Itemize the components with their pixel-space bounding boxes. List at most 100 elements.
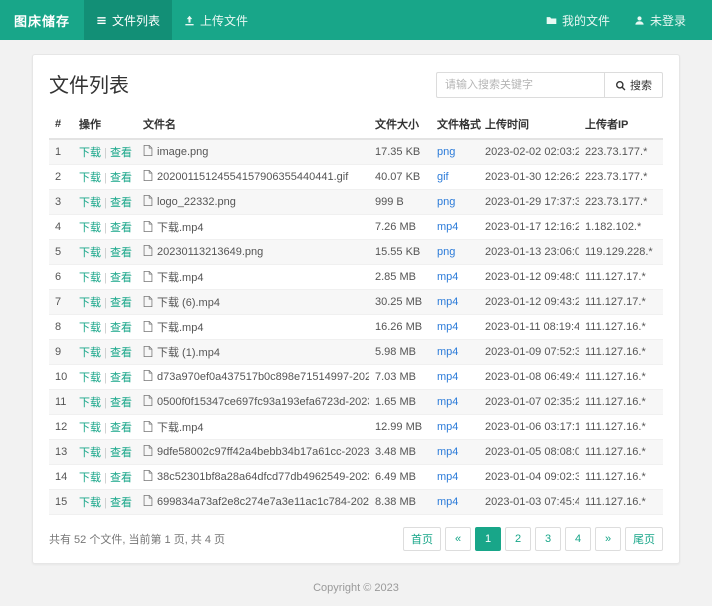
file-format-link[interactable]: mp4 <box>437 446 458 458</box>
row-actions: 下载 | 查看 <box>73 365 137 390</box>
file-size: 15.55 KB <box>369 240 431 265</box>
view-link[interactable]: 查看 <box>110 172 132 184</box>
file-format-link[interactable]: png <box>437 246 455 258</box>
uploader-ip: 223.73.177.* <box>579 190 663 215</box>
download-link[interactable]: 下载 <box>79 172 101 184</box>
page-button-first[interactable]: 首页 <box>403 527 441 551</box>
view-link[interactable]: 查看 <box>110 247 132 259</box>
download-link[interactable]: 下载 <box>79 497 101 509</box>
page-button-3[interactable]: 3 <box>535 527 561 551</box>
download-link[interactable]: 下载 <box>79 197 101 209</box>
file-list-card: 文件列表 搜索 # 操作 文件名 文件大小 文件格式 上传时间 上传者IP 1下… <box>32 54 680 564</box>
download-link[interactable]: 下载 <box>79 272 101 284</box>
table-row: 7下载 | 查看下载 (6).mp430.25 MBmp42023-01-12 … <box>49 290 663 315</box>
file-icon <box>143 170 153 184</box>
file-format-link[interactable]: mp4 <box>437 421 458 433</box>
view-link[interactable]: 查看 <box>110 272 132 284</box>
file-format-link[interactable]: mp4 <box>437 471 458 483</box>
card-header: 文件列表 搜索 <box>49 69 663 98</box>
file-size: 1.65 MB <box>369 390 431 415</box>
header-fileformat: 文件格式 <box>431 110 479 139</box>
download-link[interactable]: 下载 <box>79 147 101 159</box>
nav-item-login-status[interactable]: 未登录 <box>622 0 698 40</box>
view-link[interactable]: 查看 <box>110 397 132 409</box>
file-format-link[interactable]: png <box>437 146 455 158</box>
download-link[interactable]: 下载 <box>79 322 101 334</box>
page-button-2[interactable]: 2 <box>505 527 531 551</box>
upload-time: 2023-01-07 02:35:23 <box>479 390 579 415</box>
download-link[interactable]: 下载 <box>79 347 101 359</box>
file-size: 5.98 MB <box>369 340 431 365</box>
file-name-cell: 下载.mp4 <box>137 215 369 240</box>
view-link[interactable]: 查看 <box>110 497 132 509</box>
page-button-prev[interactable]: « <box>445 527 471 551</box>
uploader-ip: 111.127.17.* <box>579 290 663 315</box>
view-link[interactable]: 查看 <box>110 222 132 234</box>
file-name-cell: 699834a73af2e8c274e7a3e11ac1c784-2023-01… <box>137 490 369 515</box>
file-format-link[interactable]: mp4 <box>437 396 458 408</box>
file-format-cell: mp4 <box>431 465 479 490</box>
view-link[interactable]: 查看 <box>110 147 132 159</box>
view-link[interactable]: 查看 <box>110 372 132 384</box>
nav-item-upload[interactable]: 上传文件 <box>172 0 260 40</box>
row-index: 2 <box>49 165 73 190</box>
row-actions: 下载 | 查看 <box>73 440 137 465</box>
row-index: 6 <box>49 265 73 290</box>
download-link[interactable]: 下载 <box>79 247 101 259</box>
download-link[interactable]: 下载 <box>79 472 101 484</box>
view-link[interactable]: 查看 <box>110 447 132 459</box>
file-format-link[interactable]: mp4 <box>437 221 458 233</box>
nav-item-my-files[interactable]: 我的文件 <box>534 0 622 40</box>
nav-item-file-list[interactable]: 文件列表 <box>84 0 172 40</box>
uploader-ip: 111.127.16.* <box>579 415 663 440</box>
file-format-link[interactable]: mp4 <box>437 346 458 358</box>
row-actions: 下载 | 查看 <box>73 265 137 290</box>
download-link[interactable]: 下载 <box>79 297 101 309</box>
action-separator: | <box>101 422 110 434</box>
page-button-next[interactable]: » <box>595 527 621 551</box>
search-button[interactable]: 搜索 <box>604 72 663 98</box>
file-format-link[interactable]: mp4 <box>437 321 458 333</box>
download-link[interactable]: 下载 <box>79 372 101 384</box>
table-row: 4下载 | 查看下载.mp47.26 MBmp42023-01-17 12:16… <box>49 215 663 240</box>
uploader-ip: 223.73.177.* <box>579 165 663 190</box>
download-link[interactable]: 下载 <box>79 397 101 409</box>
file-format-link[interactable]: mp4 <box>437 271 458 283</box>
upload-time: 2023-02-02 02:03:24 <box>479 139 579 165</box>
download-link[interactable]: 下载 <box>79 422 101 434</box>
file-format-cell: png <box>431 139 479 165</box>
card-footer: 共有 52 个文件, 当前第 1 页, 共 4 页 首页«1234»尾页 <box>49 527 663 551</box>
file-icon <box>143 321 153 335</box>
uploader-ip: 111.127.17.* <box>579 265 663 290</box>
table-row: 15下载 | 查看699834a73af2e8c274e7a3e11ac1c78… <box>49 490 663 515</box>
file-format-link[interactable]: mp4 <box>437 371 458 383</box>
view-link[interactable]: 查看 <box>110 197 132 209</box>
search-input[interactable] <box>436 72 604 98</box>
file-name: 9dfe58002c97ff42a4bebb34b17a61cc-2023-01… <box>157 446 369 458</box>
file-name: 下载.mp4 <box>157 422 203 434</box>
view-link[interactable]: 查看 <box>110 297 132 309</box>
file-format-link[interactable]: mp4 <box>437 496 458 508</box>
row-actions: 下载 | 查看 <box>73 190 137 215</box>
page-button-4[interactable]: 4 <box>565 527 591 551</box>
uploader-ip: 119.129.228.* <box>579 240 663 265</box>
view-link[interactable]: 查看 <box>110 322 132 334</box>
file-format-link[interactable]: mp4 <box>437 296 458 308</box>
page-button-1[interactable]: 1 <box>475 527 501 551</box>
row-index: 1 <box>49 139 73 165</box>
page-button-last[interactable]: 尾页 <box>625 527 663 551</box>
file-name-cell: 下载 (1).mp4 <box>137 340 369 365</box>
file-format-cell: mp4 <box>431 490 479 515</box>
upload-time: 2023-01-30 12:26:22 <box>479 165 579 190</box>
file-format-link[interactable]: gif <box>437 171 449 183</box>
file-name: 下载.mp4 <box>157 272 203 284</box>
view-link[interactable]: 查看 <box>110 347 132 359</box>
download-link[interactable]: 下载 <box>79 222 101 234</box>
view-link[interactable]: 查看 <box>110 472 132 484</box>
table-row: 10下载 | 查看d73a970ef0a437517b0c898e7151499… <box>49 365 663 390</box>
file-name-cell: 下载 (6).mp4 <box>137 290 369 315</box>
view-link[interactable]: 查看 <box>110 422 132 434</box>
download-link[interactable]: 下载 <box>79 447 101 459</box>
row-actions: 下载 | 查看 <box>73 165 137 190</box>
file-format-link[interactable]: png <box>437 196 455 208</box>
